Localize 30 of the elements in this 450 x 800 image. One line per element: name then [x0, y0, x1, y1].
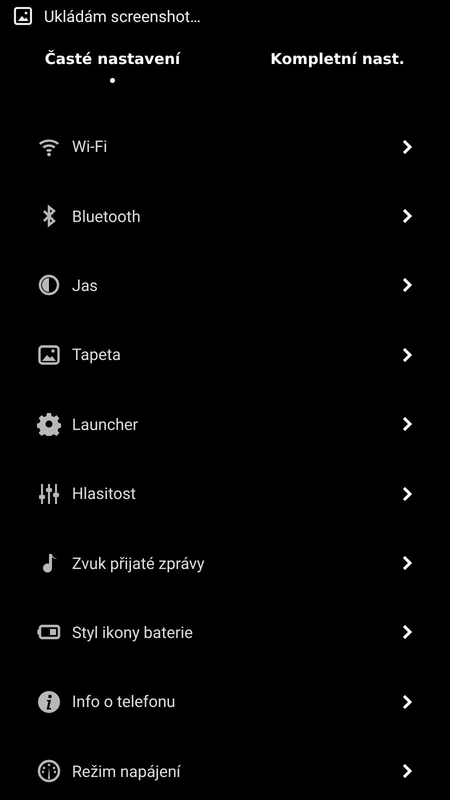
image-icon — [14, 7, 32, 25]
gauge-icon — [37, 759, 61, 784]
chevron-right-icon[interactable] — [402, 277, 414, 294]
sliders-icon — [37, 482, 61, 506]
settings-item[interactable]: Launcher — [72, 414, 402, 434]
settings-item[interactable]: Zvuk přijaté zprávy — [72, 554, 402, 573]
settings-item[interactable]: Hlasitost — [72, 484, 402, 504]
settings-item[interactable]: Tapeta — [72, 345, 402, 364]
chevron-right-icon[interactable] — [402, 138, 414, 155]
tab[interactable]: Kompletní nast. — [225, 32, 450, 112]
chevron-right-icon[interactable] — [402, 624, 414, 640]
settings-item[interactable]: Režim napájení — [72, 762, 402, 781]
chevron-right-icon[interactable] — [402, 416, 414, 432]
settings-icon — [37, 412, 61, 436]
chevron-right-icon[interactable] — [402, 346, 414, 363]
chevron-right-icon[interactable] — [402, 555, 414, 572]
settings-item[interactable]: Jas — [72, 276, 402, 295]
chevron-right-icon[interactable] — [402, 694, 414, 710]
tab[interactable]: Časté nastavení — [0, 32, 225, 112]
settings-item[interactable]: Bluetooth — [72, 206, 402, 226]
chevron-right-icon[interactable] — [402, 486, 414, 502]
brightness-icon — [37, 273, 61, 298]
settings-item[interactable]: Info o telefonu — [72, 692, 402, 712]
image-icon — [37, 342, 61, 367]
settings-item[interactable]: Styl ikony baterie — [72, 622, 402, 642]
chevron-right-icon[interactable] — [402, 763, 414, 780]
chevron-right-icon[interactable] — [402, 208, 414, 224]
notification-text: Ukládám screenshot… — [44, 6, 201, 26]
info-icon — [37, 690, 61, 714]
settings-item[interactable]: Wi-Fi — [72, 137, 402, 156]
